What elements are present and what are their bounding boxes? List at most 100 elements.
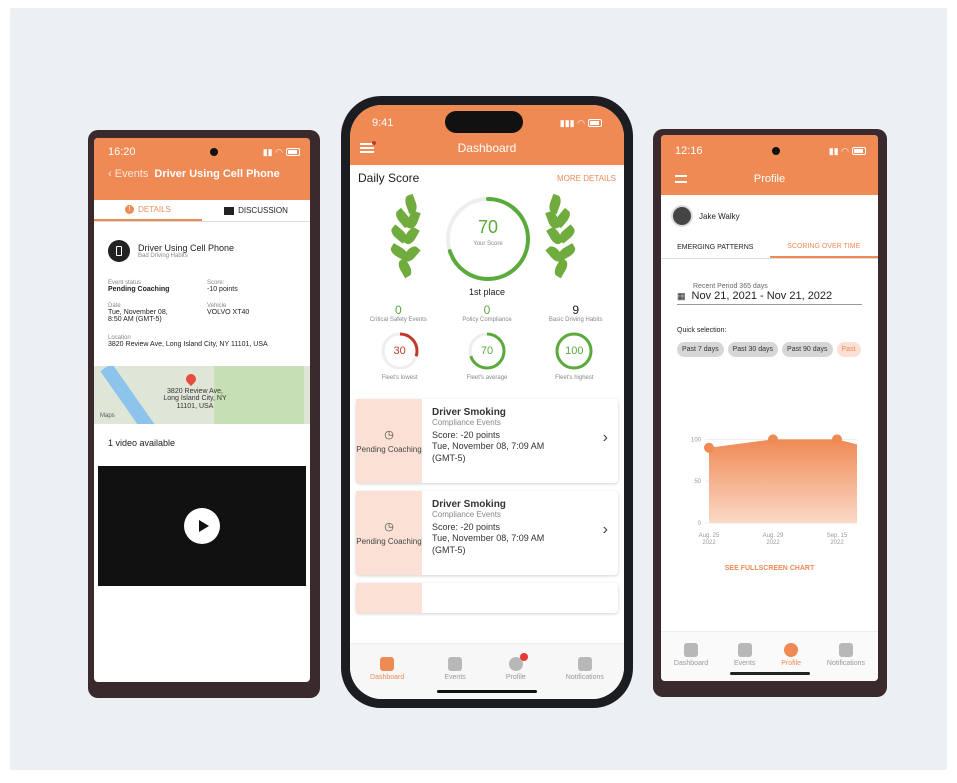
dashboard-icon: [380, 657, 395, 671]
battery-icon: [588, 119, 602, 127]
chevron-right-icon: ›: [602, 521, 608, 538]
center-phone: 9:41 ▮▮▮ ◠ Dashboard Daily Score MORE DE…: [341, 96, 633, 708]
back-button[interactable]: ‹ Events: [108, 168, 148, 180]
tab-profile[interactable]: Profile: [781, 643, 801, 667]
map-pin-icon: [183, 371, 199, 387]
signal-icon: ▮▮▮ ◠: [560, 118, 602, 129]
chevron-right-icon: ›: [602, 429, 608, 446]
tab-notifications[interactable]: Notifications: [566, 657, 604, 681]
stat-critical: 0 Critical Safety Events: [369, 303, 427, 323]
event-score: Score: -20 points: [432, 430, 501, 440]
dashboard-screen: 9:41 ▮▮▮ ◠ Dashboard Daily Score MORE DE…: [350, 105, 624, 699]
battery-icon: [851, 147, 866, 155]
clock-icon: ◷: [384, 521, 394, 533]
clock: 9:41: [372, 117, 394, 129]
event-card[interactable]: ◷ Pending Coaching Driver Smoking Complia…: [356, 399, 618, 483]
event-detail-screen: 16:20 ▮▮ ◠ ‹ Events Driver Using Cell Ph…: [94, 138, 310, 682]
tab-events[interactable]: Events: [734, 643, 755, 667]
chip-30-days[interactable]: Past 30 days: [727, 342, 779, 357]
phone-icon: [108, 240, 130, 262]
vehicle-value: VOLVO XT40: [207, 309, 250, 316]
place-label: 1st place: [468, 287, 506, 297]
period-label: Recent Period 365 days: [693, 283, 768, 290]
clock: 16:20: [108, 146, 136, 158]
page-title: Profile: [753, 173, 786, 185]
tab-profile[interactable]: Profile: [506, 653, 528, 681]
event-status: Pending Coaching: [356, 445, 422, 454]
video-player[interactable]: [98, 466, 306, 586]
bell-icon: [838, 643, 853, 657]
page-title: Dashboard: [457, 141, 517, 155]
events-icon: [737, 643, 752, 657]
data-point[interactable]: [832, 434, 842, 445]
quick-chips: Past 7 days Past 30 days Past 90 days Pa…: [677, 342, 865, 357]
quick-label: Quick selection:: [677, 327, 727, 334]
stat-habits: 9 Basic Driving Habits: [548, 303, 603, 323]
tab-notifications[interactable]: Notifications: [827, 643, 865, 667]
date-value: Tue, November 08, 8:50 AM (GMT-5): [108, 309, 168, 323]
more-details-link[interactable]: MORE DETAILS: [557, 174, 616, 183]
clock: 12:16: [675, 145, 703, 157]
event-category: Compliance Events: [432, 510, 501, 519]
dynamic-island: [445, 111, 523, 133]
battery-icon: [285, 148, 300, 156]
fleet-row: 30 Fleet's lowest 70 Fleet's average 100…: [350, 323, 624, 381]
x-tick-label: 2022: [702, 540, 716, 546]
event-category: Bad Driving Habits: [138, 253, 188, 259]
tab-emerging-patterns[interactable]: EMERGING PATTERNS: [661, 244, 770, 251]
chat-icon: [224, 206, 235, 215]
location-value: 3820 Review Ave, Long Island City, NY 11…: [108, 341, 268, 348]
event-date: Tue, November 08, 7:09 AM (GMT-5): [432, 533, 545, 555]
map-label: 3820 Review Ave, Long Island City, NY 11…: [163, 388, 227, 410]
x-tick-label: 2022: [830, 540, 844, 546]
events-icon: [448, 657, 463, 671]
camera-icon: [771, 147, 780, 155]
event-title: Driver Smoking: [432, 407, 506, 418]
tab-discussion[interactable]: DISCUSSION: [202, 200, 310, 221]
y-tick-label: 0: [698, 521, 702, 527]
map[interactable]: 3820 Review Ave, Long Island City, NY 11…: [94, 366, 310, 424]
event-card-partial[interactable]: [356, 583, 618, 613]
y-tick-label: 100: [691, 437, 702, 443]
calendar-icon: ▦: [677, 290, 686, 301]
chip-90-days[interactable]: Past 90 days: [782, 342, 833, 357]
fleet-average: 70 Fleet's average: [447, 331, 527, 381]
fullscreen-link[interactable]: SEE FULLSCREEN CHART: [661, 565, 878, 572]
bell-icon: [577, 657, 592, 671]
x-tick-label: 2022: [766, 540, 780, 546]
dashboard-header: 9:41 ▮▮▮ ◠ Dashboard: [350, 105, 624, 165]
play-button[interactable]: [184, 508, 220, 544]
laurel-left-icon: [388, 193, 426, 285]
detail-tabs: ! DETAILS DISCUSSION: [94, 200, 310, 222]
period-field[interactable]: ▦ Nov 21, 2021 - Nov 21, 2022: [677, 290, 862, 305]
chip-past[interactable]: Past: [836, 342, 861, 357]
event-category: Compliance Events: [432, 418, 501, 427]
right-phone: 12:16 ▮▮ ◠ Profile Jake Walky EMERGING P…: [653, 129, 887, 697]
home-indicator: [729, 672, 810, 675]
info-icon: !: [125, 205, 135, 214]
tab-dashboard[interactable]: Dashboard: [370, 657, 404, 681]
event-header: 16:20 ▮▮ ◠ ‹ Events Driver Using Cell Ph…: [94, 138, 310, 200]
tab-events[interactable]: Events: [444, 657, 466, 681]
score-value: -10 points: [207, 286, 238, 293]
left-phone: 16:20 ▮▮ ◠ ‹ Events Driver Using Cell Ph…: [88, 130, 320, 698]
notification-dot: [519, 653, 528, 661]
tab-dashboard[interactable]: Dashboard: [674, 643, 708, 667]
daily-score-label: Daily Score: [358, 171, 420, 185]
event-card[interactable]: ◷ Pending Coaching Driver Smoking Complia…: [356, 491, 618, 575]
data-point[interactable]: [704, 442, 714, 453]
event-score: Score: -20 points: [432, 522, 501, 532]
tab-scoring-over-time[interactable]: SCORING OVER TIME: [769, 237, 878, 258]
back-label: Events: [114, 168, 149, 180]
profile-screen: 12:16 ▮▮ ◠ Profile Jake Walky EMERGING P…: [661, 135, 878, 681]
chip-7-days[interactable]: Past 7 days: [677, 342, 724, 357]
data-point[interactable]: [768, 434, 778, 445]
event-name: Driver Using Cell Phone: [138, 243, 235, 253]
event-status: Pending Coaching: [356, 537, 422, 546]
profile-tabs: EMERGING PATTERNS SCORING OVER TIME: [661, 237, 878, 259]
fleet-highest: 100 Fleet's highest: [534, 331, 614, 381]
play-icon: [198, 520, 209, 532]
x-tick-label: Aug. 25: [699, 533, 720, 539]
tab-details[interactable]: ! DETAILS: [94, 200, 202, 221]
score-value: 70: [477, 217, 499, 237]
